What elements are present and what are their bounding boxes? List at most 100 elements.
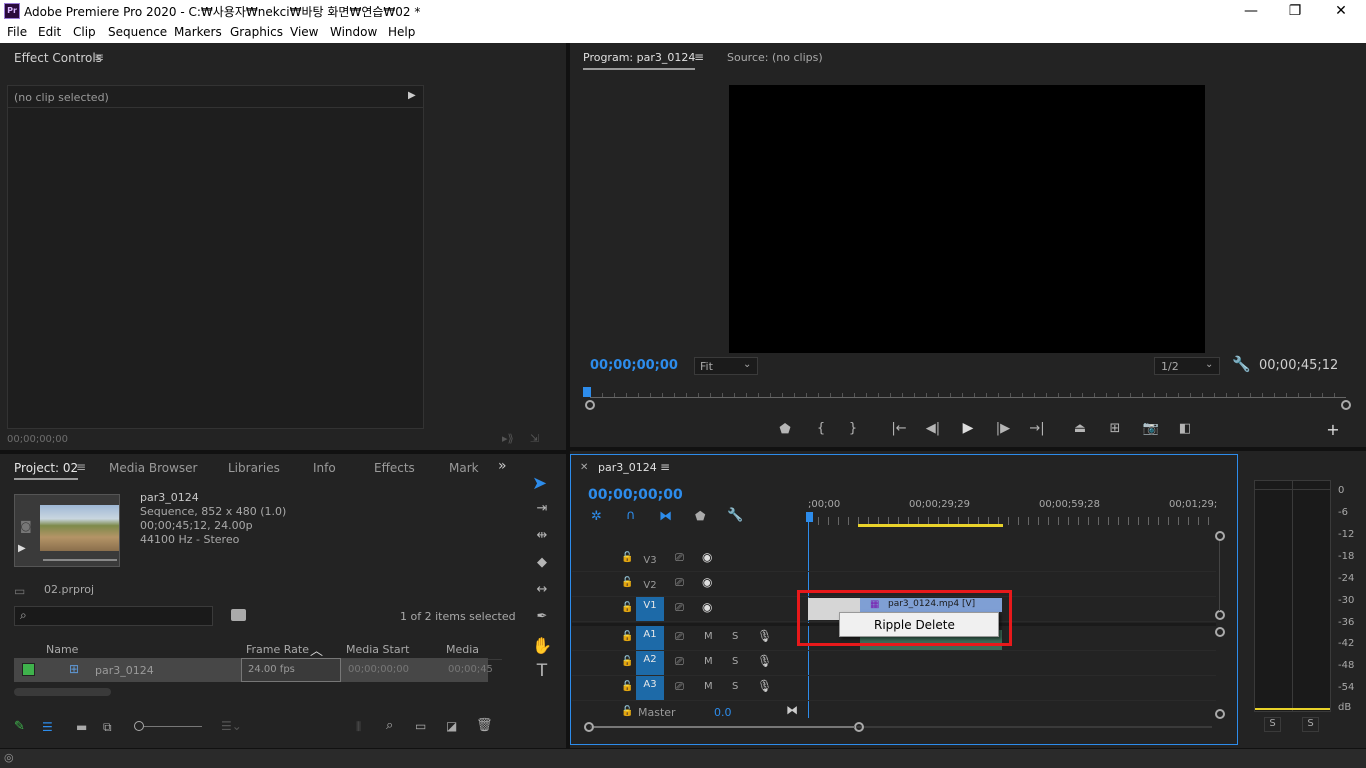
timeline-zoom-handle-left[interactable] bbox=[584, 722, 594, 732]
linked-selection-icon[interactable]: ⧓ bbox=[659, 509, 672, 524]
eye-icon[interactable]: ◉ bbox=[702, 550, 712, 564]
mute-button[interactable]: M bbox=[704, 631, 713, 642]
go-to-out-icon[interactable]: →| bbox=[1027, 421, 1047, 436]
tab-effects[interactable]: Effects bbox=[374, 461, 415, 475]
track-select-tool-icon[interactable]: ⇥ bbox=[530, 501, 554, 516]
automate-icon[interactable]: ⫼ bbox=[356, 720, 361, 734]
tab-info[interactable]: Info bbox=[313, 461, 336, 475]
track-label-a1[interactable]: A1 bbox=[636, 626, 664, 650]
zoom-slider-track[interactable] bbox=[144, 726, 202, 727]
razor-tool-icon[interactable]: ◆ bbox=[530, 555, 554, 570]
sync-lock-icon[interactable]: ⎚ bbox=[675, 655, 684, 669]
eye-icon[interactable]: ◉ bbox=[702, 600, 712, 614]
export-frame-icon[interactable]: 📷 bbox=[1141, 421, 1161, 436]
go-to-in-icon[interactable]: |← bbox=[889, 421, 909, 436]
close-button[interactable]: ✕ bbox=[1318, 0, 1364, 23]
program-time-ruler[interactable] bbox=[590, 397, 1346, 398]
wrench-icon[interactable]: 🔧 bbox=[1232, 355, 1251, 373]
timeline-tab[interactable]: par3_0124 bbox=[598, 461, 657, 474]
play-icon[interactable]: ▶ bbox=[958, 420, 978, 436]
column-frame-rate[interactable]: Frame Rate bbox=[246, 643, 309, 656]
track-label-a3[interactable]: A3 bbox=[636, 676, 664, 700]
snap-magnet-icon[interactable]: ∩ bbox=[626, 508, 636, 523]
sort-icons-icon[interactable]: ☰⌄ bbox=[221, 719, 242, 733]
fit-dropdown[interactable]: Fit ⌄ bbox=[694, 357, 758, 375]
expand-arrow-icon[interactable]: ▶ bbox=[408, 90, 416, 101]
tab-source[interactable]: Source: (no clips) bbox=[727, 51, 823, 64]
track-label-v1[interactable]: V1 bbox=[636, 597, 664, 621]
status-icon[interactable]: ◎ bbox=[4, 751, 14, 764]
tab-program[interactable]: Program: par3_0124 bbox=[583, 51, 696, 70]
project-panel-menu-icon[interactable]: ≡ bbox=[76, 460, 86, 474]
program-panel-menu-icon[interactable]: ≡ bbox=[694, 50, 704, 64]
video-scroll-handle-bottom[interactable] bbox=[1215, 610, 1225, 620]
table-row[interactable]: ⊞ par3_0124 24.00 fps 00;00;00;00 00;00;… bbox=[14, 658, 493, 682]
microphone-icon[interactable]: 🎙 bbox=[757, 629, 772, 643]
mark-out-icon[interactable]: } bbox=[844, 421, 862, 436]
mark-in-icon[interactable]: { bbox=[812, 421, 830, 436]
add-marker-timeline-icon[interactable]: ⬟ bbox=[695, 509, 705, 523]
audio-scroll-handle-top[interactable] bbox=[1215, 627, 1225, 637]
nest-icon[interactable]: ✲ bbox=[591, 509, 602, 524]
sort-up-icon[interactable]: ︿ bbox=[310, 640, 323, 659]
timeline-zoom-bar[interactable] bbox=[594, 726, 855, 728]
tab-markers[interactable]: Mark bbox=[449, 461, 479, 475]
column-name[interactable]: Name bbox=[46, 643, 78, 656]
solo-button[interactable]: S bbox=[732, 631, 738, 642]
project-horizontal-scrollbar[interactable] bbox=[14, 688, 111, 696]
microphone-icon[interactable]: 🎙 bbox=[757, 654, 772, 668]
track-label-v2[interactable]: V2 bbox=[636, 577, 664, 595]
microphone-icon[interactable]: 🎙 bbox=[757, 679, 772, 693]
menu-view[interactable]: View bbox=[290, 25, 318, 39]
lock-icon[interactable]: 🔓 bbox=[621, 631, 633, 642]
lock-icon[interactable]: 🔓 bbox=[621, 602, 633, 613]
list-view-icon[interactable]: ☰ bbox=[42, 720, 53, 734]
master-volume-value[interactable]: 0.0 bbox=[714, 706, 732, 719]
tab-media-browser[interactable]: Media Browser bbox=[109, 461, 197, 475]
meter-solo-left[interactable]: S bbox=[1264, 717, 1281, 732]
sync-lock-icon[interactable]: ⎚ bbox=[675, 601, 684, 615]
thumbnail-scrubber[interactable] bbox=[43, 559, 117, 561]
export-icon[interactable]: ⇲ bbox=[530, 432, 539, 445]
close-sequence-icon[interactable]: ✕ bbox=[580, 462, 588, 473]
step-back-icon[interactable]: ◀| bbox=[923, 421, 943, 436]
menu-clip[interactable]: Clip bbox=[73, 25, 96, 39]
timeline-panel-menu-icon[interactable]: ≡ bbox=[660, 460, 670, 474]
pen-tool-icon[interactable]: ✒ bbox=[530, 609, 554, 624]
sync-lock-icon[interactable]: ⎚ bbox=[675, 576, 684, 590]
step-forward-icon[interactable]: |▶ bbox=[993, 421, 1013, 436]
new-bin-icon[interactable]: ▭ bbox=[415, 719, 426, 733]
video-scrollbar-track[interactable] bbox=[1219, 541, 1220, 611]
comparison-view-icon[interactable]: ◧ bbox=[1175, 421, 1195, 436]
ripple-edit-tool-icon[interactable]: ⇹ bbox=[530, 528, 554, 543]
pencil-icon[interactable]: ✎ bbox=[14, 719, 25, 734]
add-marker-icon[interactable]: ⬟ bbox=[776, 422, 794, 437]
slip-tool-icon[interactable]: ↔ bbox=[530, 582, 554, 597]
menu-window[interactable]: Window bbox=[330, 25, 377, 39]
find-project-icon[interactable]: ⌕ bbox=[386, 718, 393, 733]
project-search-input[interactable]: ⌕ bbox=[14, 606, 213, 626]
go-to-end-icon[interactable]: ⧓ bbox=[786, 703, 798, 717]
right-horizontal-divider[interactable] bbox=[570, 447, 1366, 451]
column-media-start[interactable]: Media Start bbox=[346, 643, 409, 656]
zoom-handle-left[interactable] bbox=[585, 400, 595, 410]
resolution-dropdown[interactable]: 1/2 ⌄ bbox=[1154, 357, 1220, 375]
extract-icon[interactable]: ⊞ bbox=[1105, 421, 1125, 436]
lock-icon[interactable]: 🔓 bbox=[621, 552, 633, 563]
label-color-swatch[interactable] bbox=[22, 663, 35, 676]
button-editor-plus-icon[interactable]: + bbox=[1324, 420, 1342, 439]
find-icon[interactable] bbox=[231, 609, 246, 621]
menu-markers[interactable]: Markers bbox=[174, 25, 222, 39]
sync-lock-icon[interactable]: ⎚ bbox=[675, 680, 684, 694]
track-label-v3[interactable]: V3 bbox=[636, 552, 664, 570]
maximize-button[interactable]: ❐ bbox=[1272, 0, 1318, 23]
video-scroll-handle-top[interactable] bbox=[1215, 531, 1225, 541]
menu-file[interactable]: File bbox=[7, 25, 27, 39]
play-thumbnail-icon[interactable]: ▶ bbox=[18, 543, 26, 554]
audio-scroll-handle-bottom[interactable] bbox=[1215, 709, 1225, 719]
track-label-a2[interactable]: A2 bbox=[636, 651, 664, 675]
program-playhead-timecode[interactable]: 00;00;00;00 bbox=[590, 358, 678, 373]
mute-button[interactable]: M bbox=[704, 656, 713, 667]
hand-tool-icon[interactable]: ✋ bbox=[530, 636, 554, 655]
selection-tool-icon[interactable]: ➤ bbox=[532, 473, 547, 494]
